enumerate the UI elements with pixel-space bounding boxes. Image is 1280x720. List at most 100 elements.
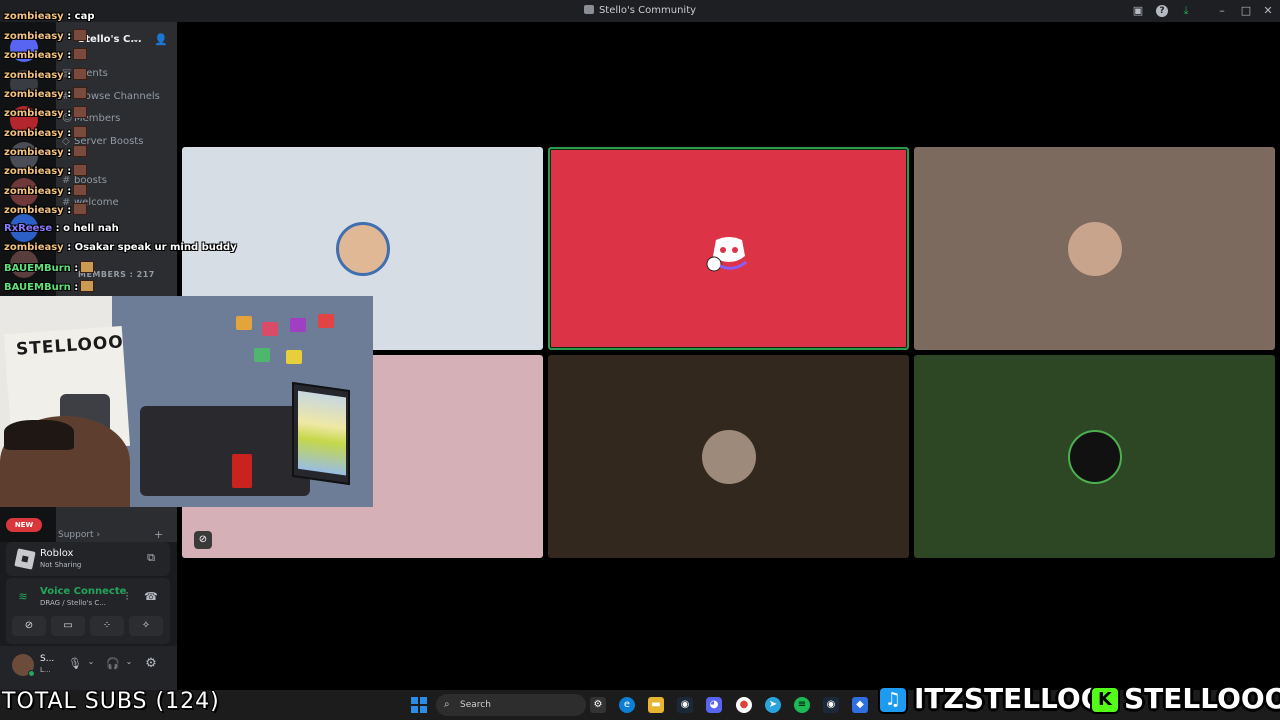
chat-text: : xyxy=(67,128,72,139)
taskbar-search-label: Search xyxy=(460,700,491,710)
voice-tile[interactable] xyxy=(914,355,1275,558)
chat-message: zombieasy : xyxy=(4,48,88,66)
window-title-text: Stello's Community xyxy=(598,5,697,16)
chat-username: zombieasy xyxy=(4,11,64,22)
chat-message: zombieasy : xyxy=(4,145,88,163)
chrome-icon[interactable]: ● xyxy=(736,697,752,713)
chat-message: zombieasy : xyxy=(4,126,88,144)
chat-message: zombieasy : xyxy=(4,68,88,86)
minimize-icon[interactable]: – xyxy=(1216,5,1228,17)
chevron-down-icon[interactable]: ⌄ xyxy=(124,657,134,666)
download-icon[interactable]: ⤓ xyxy=(1180,5,1192,17)
chat-username: RxReese xyxy=(4,223,53,234)
discord-taskbar-icon[interactable]: ◕ xyxy=(706,697,722,713)
chat-message: zombieasy : xyxy=(4,164,88,182)
chat-username: BAUEMBurn xyxy=(4,263,71,274)
kick-handle: STELLOOO xyxy=(1124,682,1280,715)
participant-avatar xyxy=(1067,221,1122,276)
category-support-label: Support xyxy=(58,530,94,540)
gear-icon[interactable]: ⚙ xyxy=(144,656,158,671)
wall-poster xyxy=(262,322,278,336)
add-channel-icon[interactable]: + xyxy=(154,528,163,541)
steam-icon[interactable]: ◉ xyxy=(677,697,693,713)
wall-poster xyxy=(236,316,252,330)
twitter-icon: ♫ xyxy=(878,686,908,714)
screen-share-icon: ▭ xyxy=(63,620,73,631)
chat-text: : xyxy=(67,205,72,216)
chat-text: : xyxy=(67,108,72,119)
inbox-icon[interactable]: ▣ xyxy=(1132,5,1144,17)
disconnect-icon[interactable]: ☎ xyxy=(144,590,158,603)
windows-start-icon[interactable] xyxy=(411,697,427,713)
chat-text: : xyxy=(67,166,72,177)
voice-tile-speaking[interactable] xyxy=(548,147,909,350)
participant-avatar xyxy=(335,221,390,276)
webcam-overlay: STELLOOO xyxy=(0,296,373,507)
telegram-icon[interactable]: ➤ xyxy=(765,697,781,713)
activity-panel: Roblox Not Sharing ⧉ xyxy=(6,542,170,576)
discord-logo-avatar xyxy=(702,222,756,276)
wall-poster xyxy=(318,314,334,328)
chat-message: zombieasy : xyxy=(4,29,88,47)
help-icon[interactable]: ? xyxy=(1156,5,1168,17)
chat-text: : xyxy=(67,186,72,197)
chat-emote-icon xyxy=(73,126,88,138)
chat-username: zombieasy xyxy=(4,205,64,216)
taskbar-search[interactable]: ⌕ Search xyxy=(436,694,586,716)
chevron-down-icon: ⌄ xyxy=(132,35,140,45)
video-off-icon: ⊘ xyxy=(194,531,212,549)
webcam-person-hair xyxy=(4,420,74,450)
chat-username: zombieasy xyxy=(4,128,64,139)
chevron-down-icon[interactable]: ⌄ xyxy=(86,657,96,666)
chat-emote-icon xyxy=(73,203,88,215)
soundboard-icon: ✧ xyxy=(141,620,151,631)
microphone-icon[interactable]: 🎙 xyxy=(68,657,82,670)
roblox-icon xyxy=(14,548,36,570)
invite-people-icon[interactable]: 👤 xyxy=(154,30,168,50)
chat-emote-icon xyxy=(73,87,88,99)
chat-username: zombieasy xyxy=(4,31,64,42)
voice-tile[interactable] xyxy=(548,355,909,558)
activities-button[interactable]: ⁘ xyxy=(90,616,124,636)
chat-username: zombieasy xyxy=(4,108,64,119)
online-status-icon xyxy=(28,670,35,677)
voice-channel-name[interactable]: DRAG / Stello's C... xyxy=(40,599,106,607)
app-icon[interactable]: ◆ xyxy=(852,697,868,713)
chat-username: zombieasy xyxy=(4,70,64,81)
headphones-icon[interactable]: 🎧 xyxy=(106,657,120,670)
chat-text: : xyxy=(67,70,72,81)
search-icon: ⌕ xyxy=(444,699,450,710)
discord-app-icon xyxy=(583,5,594,14)
chat-emote-icon xyxy=(73,68,88,80)
new-badge[interactable]: NEW xyxy=(6,518,42,532)
chat-username: BAUEMBurn xyxy=(4,282,71,293)
chat-text: : xyxy=(74,263,79,274)
kick-icon: K xyxy=(1090,686,1120,714)
chat-message: BAUEMBurn : xyxy=(4,261,95,279)
settings-app-icon[interactable]: ⚙ xyxy=(590,697,606,713)
share-screen-icon[interactable]: ⧉ xyxy=(144,551,158,565)
edge-icon[interactable]: e xyxy=(619,697,635,713)
video-toggle-button[interactable]: ⊘ xyxy=(12,616,46,636)
activity-subtitle: Not Sharing xyxy=(40,561,82,569)
chat-username: zombieasy xyxy=(4,186,64,197)
video-off-icon: ⊘ xyxy=(24,620,34,631)
chat-text: : cap xyxy=(67,11,95,22)
chat-message: zombieasy : xyxy=(4,184,88,202)
signal-icon: ≋ xyxy=(18,590,28,603)
steam-icon[interactable]: ◉ xyxy=(823,697,839,713)
file-explorer-icon[interactable]: ▬ xyxy=(648,697,664,713)
chat-message: RxReese : o hell nah xyxy=(4,222,119,240)
soundboard-button[interactable]: ✧ xyxy=(129,616,163,636)
category-support[interactable]: Support › xyxy=(58,530,100,540)
screen-share-button[interactable]: ▭ xyxy=(51,616,85,636)
spotify-icon[interactable]: ≡ xyxy=(794,697,810,713)
chat-emote-icon xyxy=(80,261,95,273)
maximize-icon[interactable]: □ xyxy=(1240,5,1252,17)
close-icon[interactable]: ✕ xyxy=(1262,5,1274,17)
voice-connected-status[interactable]: Voice Connecte xyxy=(40,586,126,597)
user-name[interactable]: S... xyxy=(40,654,54,664)
noise-suppression-icon[interactable]: ⫶ xyxy=(120,590,134,604)
voice-tile[interactable] xyxy=(914,147,1275,350)
chat-emote-icon xyxy=(80,280,95,292)
